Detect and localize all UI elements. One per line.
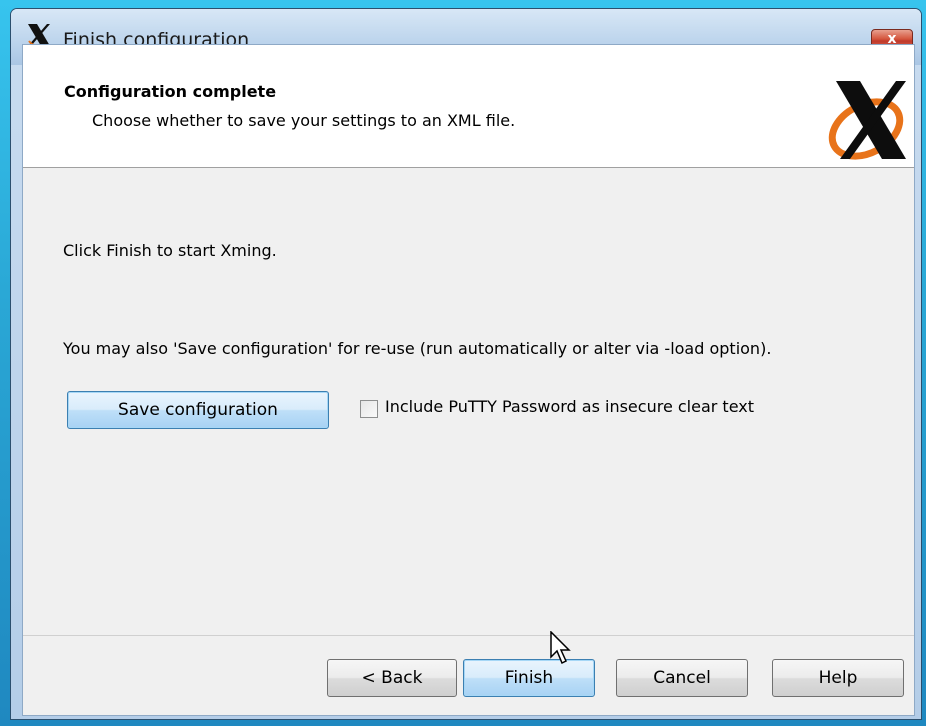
header-subtitle: Choose whether to save your settings to … [92, 111, 516, 130]
finish-button[interactable]: Finish [463, 659, 595, 697]
start-instruction: Click Finish to start Xming. [63, 241, 277, 260]
dialog-content: Configuration complete Choose whether to… [22, 44, 915, 716]
include-password-checkbox[interactable] [360, 400, 378, 418]
save-configuration-button[interactable]: Save configuration [67, 391, 329, 429]
wizard-header: Configuration complete Choose whether to… [23, 45, 914, 168]
xming-logo-icon [826, 77, 912, 163]
footer-separator [23, 635, 914, 636]
header-title: Configuration complete [64, 82, 277, 101]
back-button[interactable]: < Back [327, 659, 457, 697]
mouse-pointer-icon [550, 630, 572, 665]
cancel-button[interactable]: Cancel [616, 659, 748, 697]
include-password-label[interactable]: Include PuTTY Password as insecure clear… [385, 397, 754, 416]
help-button[interactable]: Help [772, 659, 904, 697]
save-instruction: You may also 'Save configuration' for re… [63, 339, 772, 358]
dialog-window: Finish configuration x Configuration com… [10, 8, 922, 720]
